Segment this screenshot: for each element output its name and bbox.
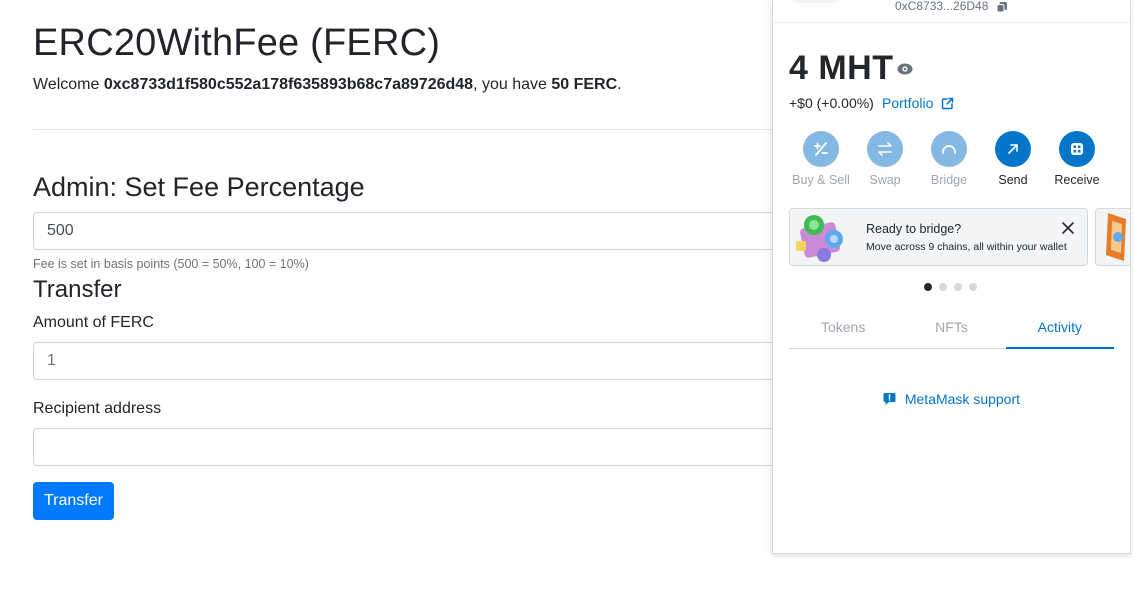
tab-activity[interactable]: Activity (1005, 313, 1115, 349)
welcome-suffix: . (617, 76, 622, 93)
bridge-icon (931, 131, 967, 167)
amount-label: Amount of FERC (33, 314, 154, 331)
bridge-button[interactable]: Bridge (919, 131, 979, 187)
close-icon[interactable] (1061, 221, 1075, 235)
banner-subtitle: Move across 9 chains, all within your wa… (866, 241, 1067, 253)
carousel-dot[interactable] (924, 283, 932, 291)
external-link-icon (942, 97, 954, 110)
asset-tabs: Tokens NFTs Activity (789, 313, 1115, 349)
tab-nfts[interactable]: NFTs (897, 313, 1005, 348)
metamask-popup: 0xC8733...26D48 4 MHT +$0 (+0.00%) Portf… (772, 0, 1131, 554)
carousel-dots (924, 283, 977, 291)
swap-label: Swap (869, 173, 901, 187)
admin-heading: Admin: Set Fee Percentage (33, 172, 365, 202)
portfolio-link[interactable]: Portfolio (882, 95, 954, 111)
divider (33, 129, 793, 130)
fee-help-text: Fee is set in basis points (500 = 50%, 1… (33, 257, 309, 271)
metamask-support-link[interactable]: MetaMask support (773, 391, 1130, 407)
eye-icon[interactable] (897, 62, 913, 76)
swap-icon (867, 131, 903, 167)
support-chat-icon (883, 393, 896, 405)
fee-input[interactable]: 500 (33, 212, 793, 250)
receive-button[interactable]: Receive (1047, 131, 1107, 187)
account-address[interactable]: 0xC8733...26D48 (895, 0, 1008, 13)
bridge-banner[interactable]: Ready to bridge? Move across 9 chains, a… (789, 208, 1088, 266)
banner-title: Ready to bridge? (866, 222, 962, 236)
welcome-middle: , you have (473, 76, 552, 93)
receive-icon (1059, 131, 1095, 167)
recipient-label: Recipient address (33, 400, 162, 417)
transfer-button[interactable]: Transfer (33, 482, 114, 520)
next-banner[interactable] (1095, 208, 1130, 266)
carousel-dot[interactable] (969, 283, 977, 291)
token-balance: 4 MHT (789, 49, 894, 87)
buy-sell-icon (803, 131, 839, 167)
welcome-address: 0xc8733d1f580c552a178f635893b68c7a89726d… (103, 76, 474, 93)
bridge-illustration-icon (796, 215, 843, 262)
account-menu-button[interactable] (791, 0, 839, 3)
carousel-dot[interactable] (939, 283, 947, 291)
receive-label: Receive (1054, 173, 1100, 187)
portfolio-label: Portfolio (882, 95, 934, 111)
recipient-input[interactable] (33, 428, 793, 466)
page-title: ERC20WithFee (FERC) (33, 22, 441, 64)
copy-icon[interactable] (996, 1, 1008, 13)
tab-tokens[interactable]: Tokens (789, 313, 897, 348)
swap-button[interactable]: Swap (855, 131, 915, 187)
account-address-text: 0xC8733...26D48 (895, 0, 989, 13)
support-label: MetaMask support (904, 391, 1021, 407)
amount-input[interactable]: 1 (33, 342, 793, 380)
welcome-balance: 50 FERC (551, 76, 618, 93)
buy-sell-label: Buy & Sell (792, 173, 850, 187)
send-icon (995, 131, 1031, 167)
account-header: 0xC8733...26D48 (773, 0, 1130, 23)
buy-sell-button[interactable]: Buy & Sell (791, 131, 851, 187)
balance-change: +$0 (+0.00%) (789, 95, 874, 111)
send-button[interactable]: Send (983, 131, 1043, 187)
transfer-heading: Transfer (33, 276, 122, 303)
send-label: Send (998, 173, 1028, 187)
bridge-label: Bridge (930, 173, 968, 187)
carousel-dot[interactable] (954, 283, 962, 291)
banner-illustration-icon (1106, 213, 1126, 261)
welcome-message: Welcome 0xc8733d1f580c552a178f635893b68c… (33, 76, 622, 94)
welcome-prefix: Welcome (33, 76, 104, 93)
